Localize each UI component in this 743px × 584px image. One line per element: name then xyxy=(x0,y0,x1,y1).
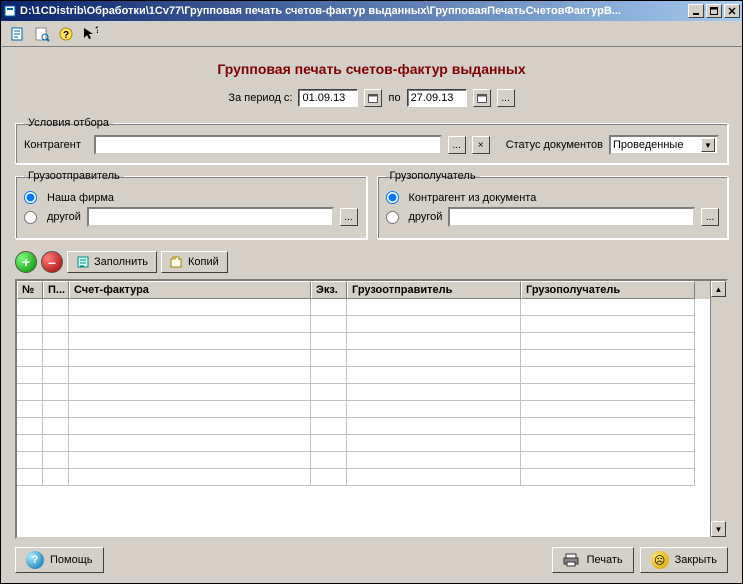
chevron-down-icon: ▼ xyxy=(701,138,715,152)
tool-icon-1[interactable] xyxy=(9,25,27,43)
consignee-fromdoc-radio[interactable] xyxy=(386,191,399,204)
col-invoice[interactable]: Счет-фактура xyxy=(69,281,311,299)
printer-icon xyxy=(563,553,581,567)
calendar-from-icon[interactable] xyxy=(364,89,382,107)
consignee-other-pick-button[interactable]: ... xyxy=(701,208,719,226)
table-row[interactable] xyxy=(17,384,710,401)
calendar-to-icon[interactable] xyxy=(473,89,491,107)
copies-button[interactable]: Копий xyxy=(161,251,228,273)
help-button[interactable]: ? Помощь xyxy=(15,547,104,573)
shipper-ours-label: Наша фирма xyxy=(47,192,114,204)
footer: ? Помощь Печать ☹ Закрыть xyxy=(15,547,728,573)
col-num[interactable]: № xyxy=(17,281,43,299)
filter-fieldset: Условия отбора Контрагент ... × Статус д… xyxy=(15,117,728,164)
shipper-legend: Грузоотправитель xyxy=(24,170,124,182)
shipper-other-label: другой xyxy=(47,211,81,223)
period-ellipsis-button[interactable]: ... xyxy=(497,89,515,107)
print-button[interactable]: Печать xyxy=(552,547,634,573)
smile-icon: ☹ xyxy=(651,551,669,569)
status-select[interactable]: Проведенные ▼ xyxy=(609,135,719,155)
question-icon: ? xyxy=(26,551,44,569)
shipper-fieldset: Грузоотправитель Наша фирма другой ... xyxy=(15,170,367,239)
svg-text:?: ? xyxy=(95,26,98,35)
table-row[interactable] xyxy=(17,316,710,333)
date-to-input[interactable] xyxy=(407,89,467,107)
consignee-legend: Грузополучатель xyxy=(386,170,480,182)
toolbar: ? ? xyxy=(1,21,742,47)
consignee-other-input[interactable] xyxy=(448,207,695,227)
shipper-other-radio[interactable] xyxy=(24,211,37,224)
col-copies[interactable]: Экз. xyxy=(311,281,347,299)
table-row[interactable] xyxy=(17,401,710,418)
table: № П... Счет-фактура Экз. Грузоотправител… xyxy=(15,279,728,539)
table-row[interactable] xyxy=(17,469,710,486)
scroll-up-icon[interactable]: ▲ xyxy=(711,281,726,297)
table-body[interactable] xyxy=(17,299,710,537)
counterparty-label: Контрагент xyxy=(24,139,88,151)
vertical-scrollbar[interactable]: ▲ ▼ xyxy=(710,281,726,537)
counterparty-clear-button[interactable]: × xyxy=(472,136,490,154)
status-label: Статус документов xyxy=(506,139,603,151)
content: Групповая печать счетов-фактур выданных … xyxy=(1,47,742,583)
close-footer-button[interactable]: ☹ Закрыть xyxy=(640,547,728,573)
copies-label: Копий xyxy=(188,256,219,268)
fill-label: Заполнить xyxy=(94,256,148,268)
scroll-down-icon[interactable]: ▼ xyxy=(711,521,726,537)
minimize-button[interactable] xyxy=(688,4,704,18)
svg-text:?: ? xyxy=(63,30,69,41)
period-to-label: по xyxy=(388,92,400,104)
shipper-other-input[interactable] xyxy=(87,207,334,227)
window: D:\1CDistrib\Обработки\1Cv77\Групповая п… xyxy=(0,0,743,584)
table-row[interactable] xyxy=(17,367,710,384)
help-icon[interactable]: ? xyxy=(57,25,75,43)
period-row: За период с: по ... xyxy=(15,89,728,107)
table-row[interactable] xyxy=(17,333,710,350)
col-shipper[interactable]: Грузоотправитель xyxy=(347,281,521,299)
add-row-button[interactable]: + xyxy=(15,251,37,273)
pointer-help-icon[interactable]: ? xyxy=(81,25,99,43)
table-row[interactable] xyxy=(17,418,710,435)
close-button[interactable] xyxy=(724,4,740,18)
window-title: D:\1CDistrib\Обработки\1Cv77\Групповая п… xyxy=(20,5,688,17)
table-row[interactable] xyxy=(17,452,710,469)
col-consignee[interactable]: Грузополучатель xyxy=(521,281,695,299)
window-controls xyxy=(688,4,740,18)
help-label: Помощь xyxy=(50,554,93,566)
date-from-input[interactable] xyxy=(298,89,358,107)
app-icon xyxy=(3,4,17,18)
filter-legend: Условия отбора xyxy=(24,117,113,129)
maximize-button[interactable] xyxy=(706,4,722,18)
counterparty-input[interactable] xyxy=(94,135,442,155)
remove-row-button[interactable]: – xyxy=(41,251,63,273)
shipper-other-pick-button[interactable]: ... xyxy=(340,208,358,226)
action-bar: + – Заполнить Копий xyxy=(15,251,728,273)
tool-icon-2[interactable] xyxy=(33,25,51,43)
counterparty-pick-button[interactable]: ... xyxy=(448,136,466,154)
period-from-label: За период с: xyxy=(228,92,292,104)
status-value: Проведенные xyxy=(613,139,683,151)
consignee-fromdoc-label: Контрагент из документа xyxy=(409,192,537,204)
table-row[interactable] xyxy=(17,435,710,452)
table-row[interactable] xyxy=(17,350,710,367)
shipper-ours-radio[interactable] xyxy=(24,191,37,204)
table-header: № П... Счет-фактура Экз. Грузоотправител… xyxy=(17,281,710,299)
print-label: Печать xyxy=(587,554,623,566)
page-title: Групповая печать счетов-фактур выданных xyxy=(15,61,728,77)
titlebar: D:\1CDistrib\Обработки\1Cv77\Групповая п… xyxy=(1,1,742,21)
close-label: Закрыть xyxy=(675,554,717,566)
table-row[interactable] xyxy=(17,299,710,316)
consignee-other-radio[interactable] xyxy=(386,211,399,224)
col-p[interactable]: П... xyxy=(43,281,69,299)
consignee-fieldset: Грузополучатель Контрагент из документа … xyxy=(377,170,729,239)
fill-button[interactable]: Заполнить xyxy=(67,251,157,273)
consignee-other-label: другой xyxy=(409,211,443,223)
